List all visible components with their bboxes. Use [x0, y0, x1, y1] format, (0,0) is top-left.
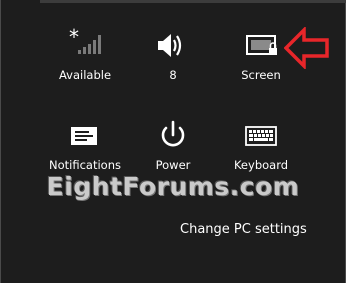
eightforums-watermark: EightForums.com — [46, 172, 300, 201]
network-tile[interactable]: * Available — [40, 28, 130, 98]
svg-text:*: * — [69, 28, 79, 49]
screen-label: Screen — [241, 68, 281, 82]
volume-tile[interactable]: 8 — [128, 28, 218, 98]
red-arrow-icon — [284, 27, 329, 69]
keyboard-icon — [245, 126, 277, 146]
volume-icon — [158, 34, 182, 57]
panel-top-divider — [40, 0, 346, 3]
power-icon — [161, 120, 185, 147]
volume-label: 8 — [169, 68, 177, 82]
notifications-label: Notifications — [49, 158, 121, 172]
panel-left-border — [0, 0, 1, 283]
network-signal-icon: * — [69, 28, 101, 54]
change-pc-settings-link[interactable]: Change PC settings — [180, 222, 307, 237]
keyboard-label: Keyboard — [233, 158, 289, 172]
power-label: Power — [155, 158, 191, 172]
settings-panel: * Available 8 Screen Notifications Power… — [0, 0, 346, 283]
network-label: Available — [58, 68, 112, 82]
notifications-icon — [71, 127, 97, 145]
